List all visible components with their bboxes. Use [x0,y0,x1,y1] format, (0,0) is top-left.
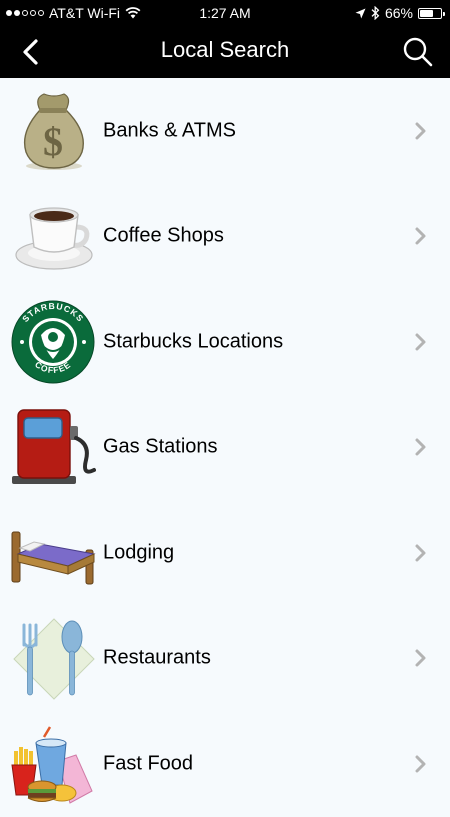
bluetooth-icon [371,6,380,20]
gas-pump-icon [12,409,96,485]
fork-spoon-icon [13,618,95,700]
list-item-label: Gas Stations [103,435,218,458]
top-bar: AT&T Wi-Fi 1:27 AM 66% Local Search [0,0,450,78]
battery-icon [418,7,445,19]
chevron-right-icon [415,755,426,773]
chevron-right-icon [415,122,426,140]
status-bar: AT&T Wi-Fi 1:27 AM 66% [0,0,450,26]
list-item-banks[interactable]: $ Banks & ATMS [0,78,450,184]
coffee-cup-icon [15,207,93,270]
bed-icon [11,531,96,585]
list-item-starbucks[interactable]: STARBUCKS COFFEE Starbucks Locations [0,289,450,395]
nav-bar: Local Search [0,26,450,78]
starbucks-logo-icon: STARBUCKS COFFEE [11,300,95,384]
chevron-right-icon [415,544,426,562]
money-bag-icon: $ [23,93,84,170]
list-item-label: Banks & ATMS [103,119,237,142]
list-item-label: Lodging [103,541,175,564]
list-item-gas-stations[interactable]: Gas Stations [0,395,450,501]
back-button[interactable] [14,34,50,70]
chevron-right-icon [415,649,426,667]
list-item-label: Fast Food [103,752,194,775]
chevron-right-icon [415,227,426,245]
list-item-coffee-shops[interactable]: Coffee Shops [0,184,450,290]
search-button[interactable] [398,32,438,72]
chevron-right-icon [415,438,426,456]
list-item-label: Starbucks Locations [103,330,284,353]
battery-percent: 66% [384,5,413,21]
chevron-left-icon [23,39,38,65]
search-icon [403,37,433,67]
svg-text:$: $ [43,119,63,164]
list-item-label: Coffee Shops [103,224,224,247]
list-item-restaurants[interactable]: Restaurants [0,606,450,712]
location-arrow-icon [355,8,366,18]
chevron-right-icon [415,333,426,351]
page-title: Local Search [160,37,290,62]
category-list: $ Banks & ATMS Coffee Shops STARBUCKS CO… [0,78,450,817]
list-item-lodging[interactable]: Lodging [0,500,450,606]
fast-food-icon [11,726,93,804]
list-item-fast-food[interactable]: Fast Food [0,711,450,817]
list-item-label: Restaurants [103,646,211,669]
